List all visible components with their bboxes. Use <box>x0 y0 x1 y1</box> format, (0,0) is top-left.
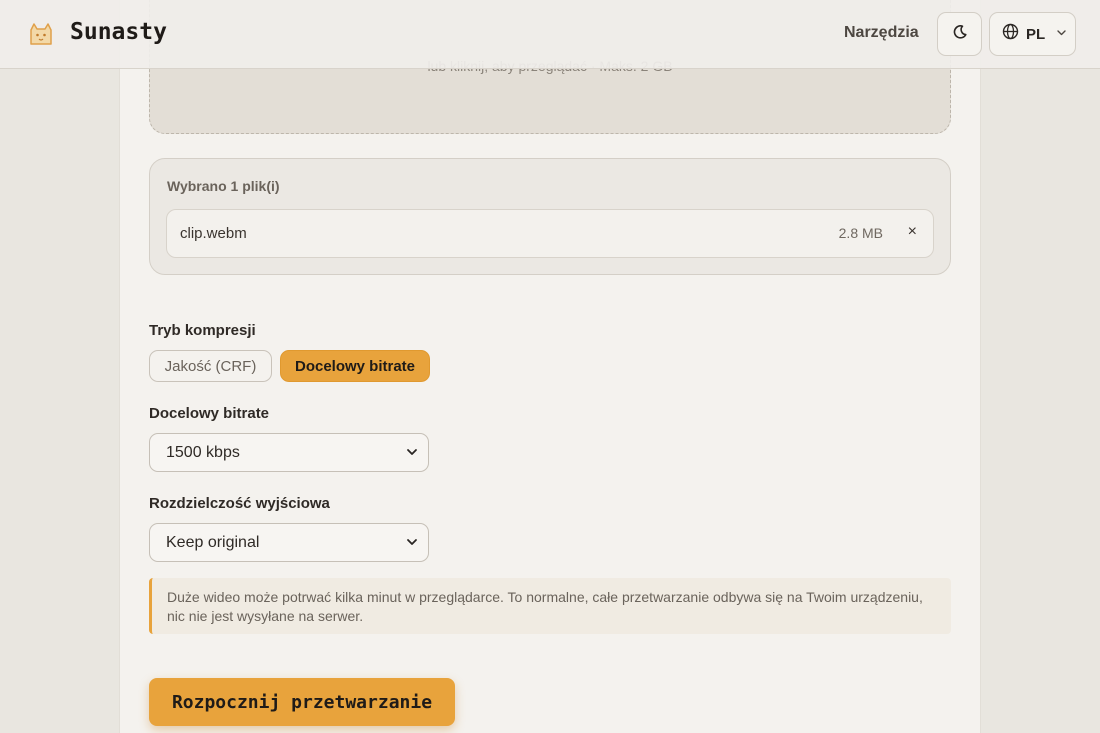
top-header: Sunasty Narzędzia PL <box>0 0 1100 69</box>
file-name: clip.webm <box>180 225 247 242</box>
bitrate-value: 1500 kbps <box>166 443 240 461</box>
compression-mode-label: Tryb kompresji <box>149 322 256 339</box>
start-processing-button[interactable]: Rozpocznij przetwarzanie <box>149 678 455 726</box>
remove-file-button[interactable]: × <box>908 223 917 241</box>
resolution-select[interactable]: Keep original <box>149 523 429 562</box>
mode-bitrate-button[interactable]: Docelowy bitrate <box>280 350 430 382</box>
theme-toggle-button[interactable] <box>937 12 982 56</box>
file-size: 2.8 MB <box>838 225 883 241</box>
cat-logo-icon[interactable] <box>26 18 56 48</box>
files-count-label: Wybrano 1 plik(i) <box>167 178 280 194</box>
moon-icon <box>952 24 968 45</box>
file-item: clip.webm 2.8 MB × <box>166 209 934 258</box>
language-label: PL <box>1026 25 1046 43</box>
chevron-down-icon <box>405 445 419 464</box>
brand-name[interactable]: Sunasty <box>70 19 167 45</box>
nav-tools-link[interactable]: Narzędzia <box>844 24 919 42</box>
bitrate-select[interactable]: 1500 kbps <box>149 433 429 472</box>
globe-icon <box>1002 23 1019 45</box>
resolution-label: Rozdzielczość wyjściowa <box>149 495 330 512</box>
info-notice: Duże wideo może potrwać kilka minut w pr… <box>149 578 951 634</box>
chevron-down-icon <box>405 535 419 554</box>
bitrate-label: Docelowy bitrate <box>149 405 270 422</box>
chevron-down-icon <box>1056 25 1067 43</box>
resolution-value: Keep original <box>166 533 260 551</box>
selected-files-panel: Wybrano 1 plik(i) clip.webm 2.8 MB × <box>149 158 951 275</box>
mode-crf-button[interactable]: Jakość (CRF) <box>149 350 272 382</box>
language-selector[interactable]: PL <box>989 12 1076 56</box>
